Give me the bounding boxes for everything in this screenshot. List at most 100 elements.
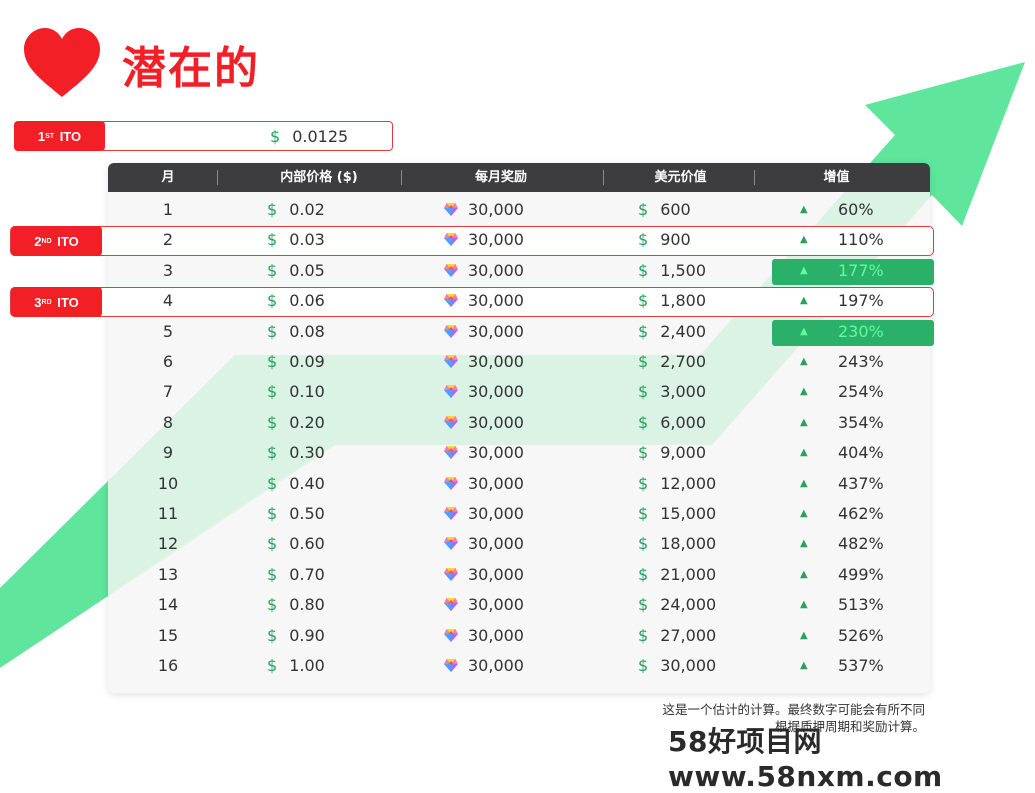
- gem-heart-icon: [443, 531, 459, 551]
- table-row: 16 $1.00 30,000 $30,000 ▲ 537%: [108, 651, 930, 681]
- growth-percent: 526%: [838, 625, 884, 645]
- gem-heart-icon: [443, 319, 459, 338]
- dollar-icon: $: [267, 412, 278, 432]
- reward-value: 30,000: [468, 382, 524, 402]
- table-header: 月 内部价格 ($) 每月奖励 美元价值 增值: [108, 163, 930, 192]
- first-ito-badge: 1 ST ITO: [14, 121, 105, 151]
- header-divider: [754, 170, 755, 185]
- month-cell: 8: [162, 412, 174, 432]
- reward-value: 30,000: [468, 321, 524, 341]
- dollar-icon: $: [638, 564, 649, 584]
- dollar-icon: $: [638, 382, 649, 402]
- dollar-icon: $: [267, 443, 278, 463]
- usd-cell: $9,000: [638, 438, 706, 468]
- usd-value: 18,000: [660, 534, 717, 554]
- usd-cell: $900: [638, 225, 691, 255]
- growth-percent: 110%: [838, 230, 884, 250]
- reward-value: 30,000: [468, 352, 524, 371]
- dollar-icon: $: [638, 412, 649, 432]
- reward-cell: 30,000: [443, 195, 524, 225]
- growth-percent: 537%: [838, 656, 884, 675]
- table-row: 6 $0.09 30,000 $2,700 ▲ 243%: [108, 347, 930, 377]
- price-value: 0.06: [289, 291, 325, 311]
- growth-percent: 243%: [838, 352, 884, 371]
- gem-heart-icon: [443, 562, 459, 581]
- month-cell: 11: [157, 504, 179, 523]
- month-cell: 15: [157, 625, 179, 645]
- table-row: 12 $0.60 30,000 $18,000 ▲ 482%: [108, 529, 930, 559]
- up-arrow-icon: ▲: [800, 508, 808, 519]
- table-row: 5 $0.08 30,000 $2,400 ▲ 230%: [108, 317, 930, 347]
- dollar-icon: $: [267, 564, 278, 584]
- month-cell: 10: [157, 473, 179, 493]
- growth-percent: 60%: [838, 200, 874, 219]
- up-arrow-icon: ▲: [800, 204, 808, 215]
- growth-percent: 462%: [838, 504, 884, 523]
- usd-value: 600: [660, 200, 691, 219]
- usd-cell: $600: [638, 195, 691, 225]
- price-cell: $0.50: [267, 499, 325, 529]
- first-ito-ordinal: 1: [37, 128, 46, 144]
- header-price: 内部价格 ($): [280, 170, 358, 185]
- gem-heart-icon: [443, 288, 459, 308]
- dollar-icon: $: [638, 200, 649, 219]
- usd-cell: $18,000: [638, 529, 716, 559]
- price-value: 0.08: [289, 321, 325, 341]
- table-row: 14 $0.80 30,000 $24,000 ▲ 513%: [108, 590, 930, 620]
- gem-heart-icon: [443, 592, 459, 612]
- month-cell: 2: [162, 230, 174, 250]
- heart-icon: [24, 28, 100, 97]
- table-row: 10 $0.40 30,000 $12,000 ▲ 437%: [108, 469, 930, 499]
- month-cell: 5: [162, 321, 174, 341]
- usd-value: 24,000: [660, 595, 717, 615]
- usd-value: 6,000: [660, 412, 706, 432]
- dollar-icon: $: [267, 260, 278, 280]
- growth-percent: 499%: [838, 564, 884, 584]
- usd-cell: $27,000: [638, 621, 716, 651]
- usd-cell: $15,000: [638, 499, 716, 529]
- header-usd: 美元价值: [654, 170, 707, 185]
- growth-percent: 482%: [838, 534, 884, 554]
- price-value: 0.40: [289, 473, 325, 493]
- third-ito-suffix: RD: [41, 298, 52, 306]
- reward-value: 30,000: [468, 200, 524, 219]
- price-cell: $0.40: [267, 469, 325, 499]
- gem-heart-icon: [443, 379, 459, 399]
- reward-cell: 30,000: [443, 256, 524, 286]
- dollar-icon: $: [638, 625, 649, 645]
- dollar-icon: $: [270, 127, 281, 146]
- reward-cell: 30,000: [443, 286, 524, 316]
- price-cell: $0.02: [267, 195, 325, 225]
- table-row: 13 $0.70 30,000 $21,000 ▲ 499%: [108, 560, 930, 590]
- reward-cell: 30,000: [443, 408, 524, 438]
- third-ito-label: ITO: [57, 294, 79, 310]
- dollar-icon: $: [267, 595, 278, 615]
- price-cell: $0.10: [267, 377, 325, 407]
- dollar-icon: $: [267, 352, 278, 371]
- reward-value: 30,000: [468, 504, 524, 523]
- reward-cell: 30,000: [443, 529, 524, 559]
- reward-value: 30,000: [468, 564, 524, 584]
- month-cell: 6: [162, 352, 174, 371]
- dollar-icon: $: [267, 291, 278, 311]
- dollar-icon: $: [267, 473, 278, 493]
- up-arrow-icon: ▲: [800, 538, 808, 550]
- growth-percent: 177%: [838, 260, 884, 280]
- footnote-line-1: 这是一个估计的计算。最终数字可能会有所不同: [662, 702, 925, 717]
- month-cell: 14: [157, 595, 179, 615]
- month-cell: 12: [157, 534, 179, 554]
- growth-percent: 513%: [838, 595, 884, 615]
- dollar-icon: $: [638, 230, 649, 250]
- month-cell: 16: [157, 656, 179, 675]
- reward-value: 30,000: [468, 412, 524, 432]
- reward-value: 30,000: [468, 656, 524, 675]
- gem-heart-icon: [443, 258, 459, 277]
- dollar-icon: $: [638, 534, 649, 554]
- price-value: 0.90: [289, 625, 325, 645]
- dollar-icon: $: [638, 504, 649, 523]
- growth-percent: 437%: [838, 473, 884, 493]
- second-ito-ordinal: 2: [34, 233, 42, 249]
- up-arrow-icon: ▲: [800, 295, 808, 307]
- up-arrow-icon: ▲: [800, 477, 808, 489]
- reward-cell: 30,000: [443, 560, 524, 590]
